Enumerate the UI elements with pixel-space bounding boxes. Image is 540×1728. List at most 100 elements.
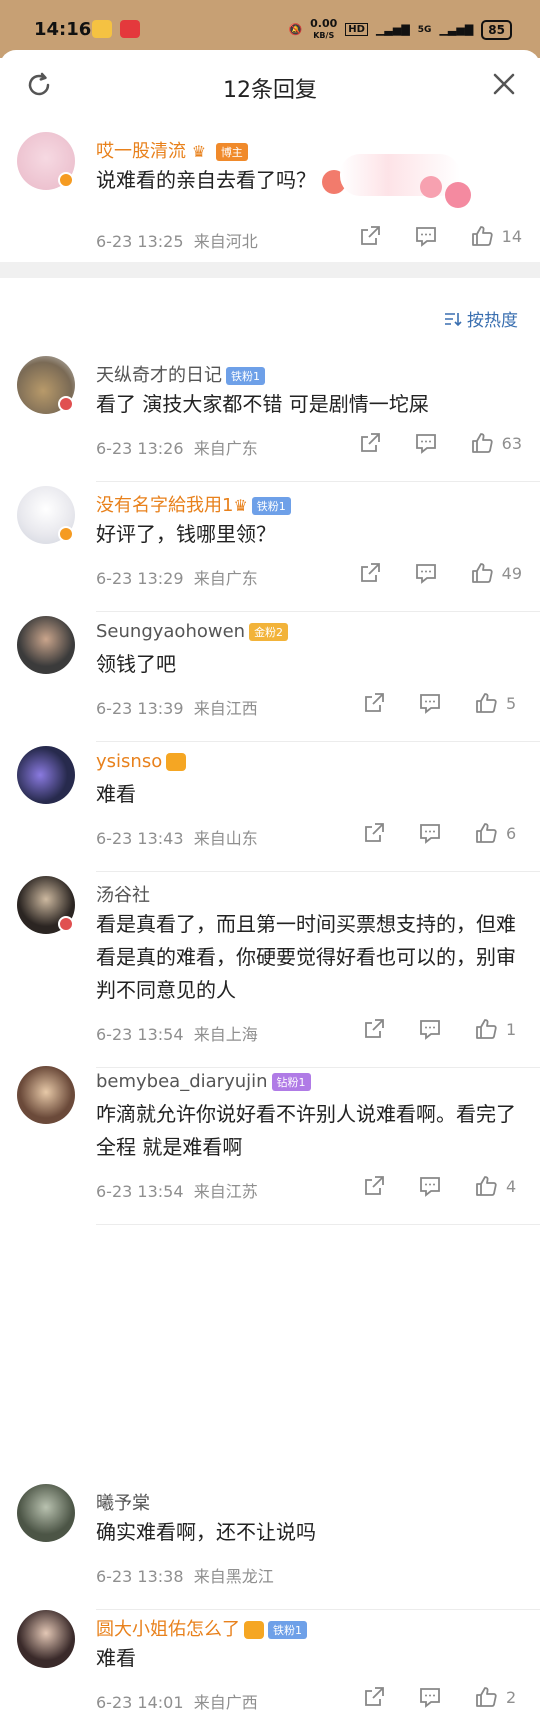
sheet-title: 12条回复: [223, 78, 317, 103]
comment-icon: [420, 1177, 440, 1197]
like-count: 2: [506, 1687, 517, 1707]
reply-item: 曦予棠确实难看啊，还不让说吗 6-23 13:38 来自黑龙江: [0, 1484, 540, 1610]
like-button[interactable]: 14: [470, 224, 522, 248]
like-button[interactable]: 5: [474, 691, 522, 715]
like-icon: [476, 1687, 497, 1707]
author-badge: 博主: [215, 143, 248, 161]
mute-icon: 🔕: [288, 23, 303, 36]
reply-text: 领钱了吧: [96, 652, 176, 676]
commenter-name[interactable]: 汤谷社: [96, 881, 150, 907]
like-button[interactable]: 6: [474, 821, 522, 845]
repost-icon: [365, 1687, 384, 1706]
reply-divider: [96, 481, 540, 482]
comment-button[interactable]: [418, 1017, 442, 1041]
commenter-name[interactable]: ysisnso: [96, 751, 187, 772]
fan-badge: 铁粉1: [251, 497, 291, 515]
avatar[interactable]: [17, 1484, 75, 1542]
reply-meta: 6-23 13:54 来自上海: [96, 1025, 258, 1044]
vip-icon: [244, 1621, 264, 1639]
repost-button[interactable]: [358, 431, 382, 455]
avatar[interactable]: [17, 1066, 75, 1124]
reply-divider: [96, 611, 540, 612]
repost-icon: [360, 226, 380, 245]
sort-button[interactable]: 按热度: [443, 306, 518, 331]
like-icon: [476, 1176, 497, 1196]
comment-button[interactable]: [414, 561, 438, 585]
like-button[interactable]: 4: [474, 1174, 522, 1198]
crown-icon: ♛: [233, 496, 248, 515]
avatar-badge-icon: [58, 526, 74, 542]
repost-button[interactable]: [362, 1017, 386, 1041]
reply-actions: 6: [330, 821, 522, 845]
avatar-badge-icon: [58, 396, 74, 412]
reply-meta: 6-23 13:39 来自江西: [96, 699, 258, 718]
comment-button[interactable]: [414, 224, 438, 248]
reply-text: 好评了，钱哪里领？: [96, 522, 276, 546]
avatar-badge-icon: [58, 916, 74, 932]
reply-item: 天纵奇才的日记 铁粉1 看了 演技大家都不错 可是剧情一坨屎 6-23 13:26 来…: [0, 356, 540, 482]
commenter-name[interactable]: 天纵奇才的日记 铁粉1: [96, 361, 265, 387]
commenter-name[interactable]: 曦予棠: [96, 1489, 150, 1515]
reply-meta: 6-23 13:38 来自黑龙江: [96, 1567, 274, 1586]
weibo-app-icon: [92, 20, 112, 38]
reply-meta: 6-23 13:43 来自山东: [96, 829, 258, 848]
repost-button[interactable]: [362, 691, 386, 715]
verified-badge-icon: [58, 172, 74, 188]
like-count: 1: [506, 1019, 517, 1039]
reply-item: bemybea_diaryujin 钻粉1 咋滴就允许你说好看不许别人说难看啊。看完…: [0, 1066, 540, 1225]
sort-icon: [445, 312, 462, 326]
commenter-name[interactable]: bemybea_diaryujin 钻粉1: [96, 1071, 311, 1092]
repost-button[interactable]: [358, 561, 382, 585]
repost-button[interactable]: [362, 821, 386, 845]
reply-item: 汤谷社看是真看了，而且第一时间买票想支持的，但难看是真的难看，你硬要觉得好看也可…: [0, 876, 540, 1068]
signal-icon-2: ▁▃▅▇: [439, 23, 474, 36]
comment-button[interactable]: [414, 431, 438, 455]
reply-text: 看是真看了，而且第一时间买票想支持的，但难看是真的难看，你硬要觉得好看也可以的，…: [96, 912, 516, 1002]
repost-button[interactable]: [358, 224, 382, 248]
reply-meta: 6-23 13:29 来自广东: [96, 569, 258, 588]
repost-button[interactable]: [362, 1174, 386, 1198]
like-icon: [476, 1019, 497, 1039]
repost-button[interactable]: [362, 1685, 386, 1709]
comment-button[interactable]: [418, 821, 442, 845]
reply-text: 确实难看啊，还不让说吗: [96, 1520, 316, 1544]
commenter-name[interactable]: 圆大小姐佑怎么了 铁粉1: [96, 1615, 307, 1641]
comment-button[interactable]: [418, 1174, 442, 1198]
close-icon[interactable]: [490, 70, 518, 98]
status-right: 🔕 0.00 KB/S HD ▁▃▅▇ 5G ▁▃▅▇ 85: [288, 18, 512, 41]
like-button[interactable]: 63: [470, 431, 522, 455]
reply-meta: 6-23 13:26 来自广东: [96, 439, 258, 458]
hd-icon: HD: [345, 23, 368, 36]
comment-icon: [415, 227, 436, 247]
commenter-name[interactable]: 哎一股清流 ♛ 博主: [96, 137, 248, 163]
fan-badge: 铁粉1: [268, 1621, 307, 1639]
reply-divider: [96, 1224, 540, 1225]
comment-button[interactable]: [418, 1685, 442, 1709]
like-count: 14: [501, 226, 522, 246]
repost-icon: [365, 1176, 384, 1195]
reply-text: 看了 演技大家都不错 可是剧情一坨屎: [96, 392, 429, 416]
like-button[interactable]: 49: [470, 561, 522, 585]
comment-icon: [415, 564, 436, 584]
like-icon: [476, 693, 497, 713]
avatar[interactable]: [17, 746, 75, 804]
commenter-name[interactable]: Seungyaohowen 金粉2: [96, 621, 289, 642]
like-count: 63: [501, 433, 522, 453]
avatar[interactable]: [17, 616, 75, 674]
reply-actions: 4: [330, 1174, 522, 1198]
like-button[interactable]: 2: [474, 1685, 522, 1709]
reply-actions: 63: [326, 431, 522, 455]
reply-text: 难看: [96, 782, 136, 806]
comment-icon: [420, 824, 440, 844]
reply-actions: 5: [330, 691, 522, 715]
reply-item: 没有名字給我用1♛ 铁粉1 好评了，钱哪里领？ 6-23 13:29 来自广东 49: [0, 486, 540, 612]
avatar[interactable]: [17, 1610, 75, 1668]
comment-button[interactable]: [418, 691, 442, 715]
like-count: 49: [501, 563, 522, 583]
commenter-name[interactable]: 没有名字給我用1♛ 铁粉1: [96, 491, 291, 517]
like-button[interactable]: 1: [474, 1017, 522, 1041]
comment-actions: 14: [326, 224, 522, 248]
repost-icon: [365, 1019, 384, 1038]
reply-item: ysisnso 难看 6-23 13:43 来自山东 6: [0, 746, 540, 872]
reply-divider: [96, 741, 540, 742]
